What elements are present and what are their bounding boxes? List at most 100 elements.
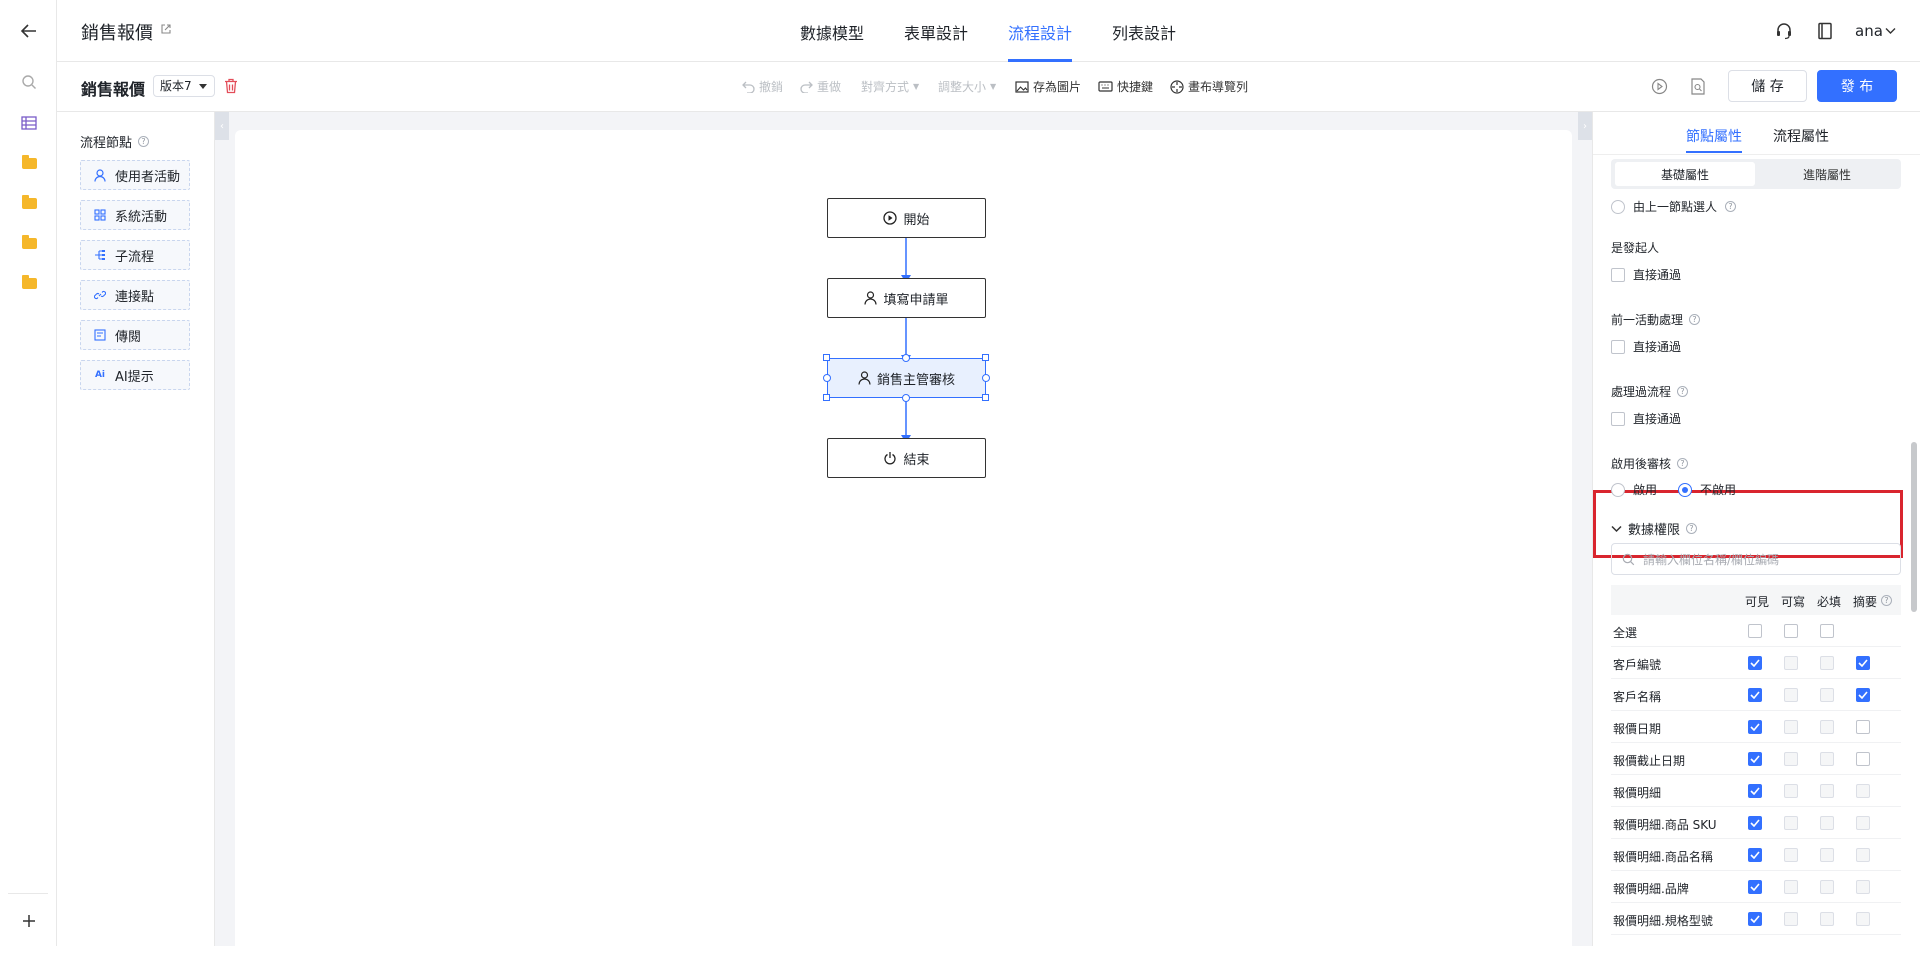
help-icon[interactable]: ? xyxy=(138,136,150,147)
perm-checkbox-summary[interactable] xyxy=(1856,688,1870,702)
perm-checkbox-summary[interactable] xyxy=(1856,848,1870,862)
prev-node-option[interactable]: 由上一節點選人 ? xyxy=(1611,198,1737,215)
help-icon[interactable]: ? xyxy=(1677,458,1689,469)
resize-handle[interactable] xyxy=(823,394,830,401)
flow-node-fill-form[interactable]: 填寫申請單 xyxy=(827,278,986,318)
resize-handle[interactable] xyxy=(982,394,989,401)
tab-data-model[interactable]: 數據模型 xyxy=(800,20,864,44)
save-button[interactable]: 儲 存 xyxy=(1728,70,1807,102)
palette-item-system-activity[interactable]: 系統活動 xyxy=(80,200,190,230)
tab-list-design[interactable]: 列表設計 xyxy=(1112,20,1176,44)
perm-checkbox-visible[interactable] xyxy=(1748,624,1762,638)
preview-doc-icon[interactable] xyxy=(1690,78,1706,95)
segment-basic[interactable]: 基礎屬性 xyxy=(1615,162,1755,186)
list-icon[interactable] xyxy=(18,112,40,134)
processed-pass-checkbox[interactable]: 直接通過 xyxy=(1611,410,1681,427)
post-review-disable-radio[interactable]: 不啟用 xyxy=(1678,481,1736,498)
perm-checkbox-write[interactable] xyxy=(1784,688,1798,702)
data-permission-header[interactable]: 數據權限? xyxy=(1611,519,1698,538)
flow-canvas[interactable]: 開始 填寫申請單 銷售主管審核 結束 xyxy=(235,130,1572,960)
publish-button[interactable]: 發 布 xyxy=(1817,70,1897,102)
shortcuts-button[interactable]: 快捷鍵 xyxy=(1098,78,1153,95)
version-select[interactable]: 版本7 xyxy=(153,75,215,97)
checkbox[interactable] xyxy=(1611,411,1625,426)
search-icon[interactable] xyxy=(18,71,40,93)
undo-button[interactable]: 撤銷 xyxy=(742,78,783,95)
segment-advanced[interactable]: 進階屬性 xyxy=(1757,162,1897,186)
tab-process-properties[interactable]: 流程屬性 xyxy=(1773,126,1829,146)
perm-checkbox-visible[interactable] xyxy=(1748,848,1762,862)
perm-checkbox-visible[interactable] xyxy=(1748,784,1762,798)
chevron-down-icon[interactable] xyxy=(1885,27,1896,35)
panel-scroll-area[interactable]: 基礎屬性 進階屬性 由上一節點選人 ? 是發起人 直接通過 前一活動處理? 直接… xyxy=(1593,154,1920,946)
perm-checkbox-required[interactable] xyxy=(1820,784,1834,798)
perm-checkbox-required[interactable] xyxy=(1820,912,1834,926)
perm-checkbox-required[interactable] xyxy=(1820,720,1834,734)
canvas-nav-button[interactable]: 畫布導覽列 xyxy=(1170,78,1248,95)
resize-handle[interactable] xyxy=(982,354,989,361)
tab-flow-design[interactable]: 流程設計 xyxy=(1008,20,1072,44)
post-review-enable-radio[interactable]: 啟用 xyxy=(1611,481,1657,498)
tab-form-design[interactable]: 表單設計 xyxy=(904,20,968,44)
flow-node-end[interactable]: 結束 xyxy=(827,438,986,478)
perm-checkbox-write[interactable] xyxy=(1784,624,1798,638)
perm-checkbox-required[interactable] xyxy=(1820,624,1834,638)
palette-item-subprocess[interactable]: 子流程 xyxy=(80,240,190,270)
palette-item-circulate[interactable]: 傳閱 xyxy=(80,320,190,350)
checkbox[interactable] xyxy=(1611,267,1625,282)
help-icon[interactable]: ? xyxy=(1689,314,1701,325)
perm-checkbox-summary[interactable] xyxy=(1856,816,1870,830)
perm-checkbox-write[interactable] xyxy=(1784,656,1798,670)
perm-checkbox-required[interactable] xyxy=(1820,816,1834,830)
radio[interactable] xyxy=(1611,482,1625,497)
initiator-pass-checkbox[interactable]: 直接通過 xyxy=(1611,266,1681,283)
perm-checkbox-visible[interactable] xyxy=(1748,912,1762,926)
resize-handle[interactable] xyxy=(823,354,830,361)
help-icon[interactable]: ? xyxy=(1677,386,1689,397)
perm-checkbox-required[interactable] xyxy=(1820,880,1834,894)
support-icon[interactable] xyxy=(1775,22,1793,40)
palette-item-user-activity[interactable]: 使用者活動 xyxy=(80,160,190,190)
perm-checkbox-visible[interactable] xyxy=(1748,656,1762,670)
perm-checkbox-summary[interactable] xyxy=(1856,784,1870,798)
plus-icon[interactable] xyxy=(18,910,40,932)
book-icon[interactable] xyxy=(1817,22,1833,40)
perm-checkbox-visible[interactable] xyxy=(1748,752,1762,766)
perm-checkbox-summary[interactable] xyxy=(1856,656,1870,670)
folder-icon[interactable] xyxy=(18,232,40,254)
perm-checkbox-write[interactable] xyxy=(1784,720,1798,734)
perm-checkbox-required[interactable] xyxy=(1820,656,1834,670)
connect-handle[interactable] xyxy=(982,374,990,382)
play-icon[interactable] xyxy=(1651,78,1668,95)
perm-checkbox-write[interactable] xyxy=(1784,848,1798,862)
perm-checkbox-required[interactable] xyxy=(1820,848,1834,862)
checkbox[interactable] xyxy=(1611,339,1625,354)
prev-activity-pass-checkbox[interactable]: 直接通過 xyxy=(1611,338,1681,355)
save-image-button[interactable]: 存為圖片 xyxy=(1015,78,1081,95)
perm-checkbox-summary[interactable] xyxy=(1856,880,1870,894)
user-menu[interactable]: ana xyxy=(1855,22,1883,40)
perm-checkbox-visible[interactable] xyxy=(1748,816,1762,830)
connect-handle[interactable] xyxy=(823,374,831,382)
perm-checkbox-write[interactable] xyxy=(1784,752,1798,766)
help-icon[interactable]: ? xyxy=(1686,523,1698,534)
align-dropdown[interactable]: 對齊方式 ▼ xyxy=(861,78,919,95)
help-icon[interactable]: ? xyxy=(1725,201,1737,212)
flow-node-manager-review[interactable]: 銷售主管審核 xyxy=(827,358,986,398)
connect-handle[interactable] xyxy=(902,394,910,402)
perm-checkbox-required[interactable] xyxy=(1820,688,1834,702)
radio[interactable] xyxy=(1611,199,1625,214)
perm-checkbox-visible[interactable] xyxy=(1748,880,1762,894)
connect-handle[interactable] xyxy=(902,354,910,362)
help-icon[interactable]: ? xyxy=(1881,595,1892,606)
field-search-input[interactable]: 請輸入欄位名稱/欄位編碼 xyxy=(1611,543,1901,575)
perm-checkbox-summary[interactable] xyxy=(1856,912,1870,926)
perm-checkbox-required[interactable] xyxy=(1820,752,1834,766)
collapse-left-handle[interactable]: ‹ xyxy=(215,112,229,140)
panel-scrollbar[interactable] xyxy=(1911,442,1917,612)
perm-checkbox-write[interactable] xyxy=(1784,912,1798,926)
folder-icon[interactable] xyxy=(18,152,40,174)
perm-checkbox-summary[interactable] xyxy=(1856,720,1870,734)
perm-checkbox-write[interactable] xyxy=(1784,880,1798,894)
flow-node-start[interactable]: 開始 xyxy=(827,198,986,238)
